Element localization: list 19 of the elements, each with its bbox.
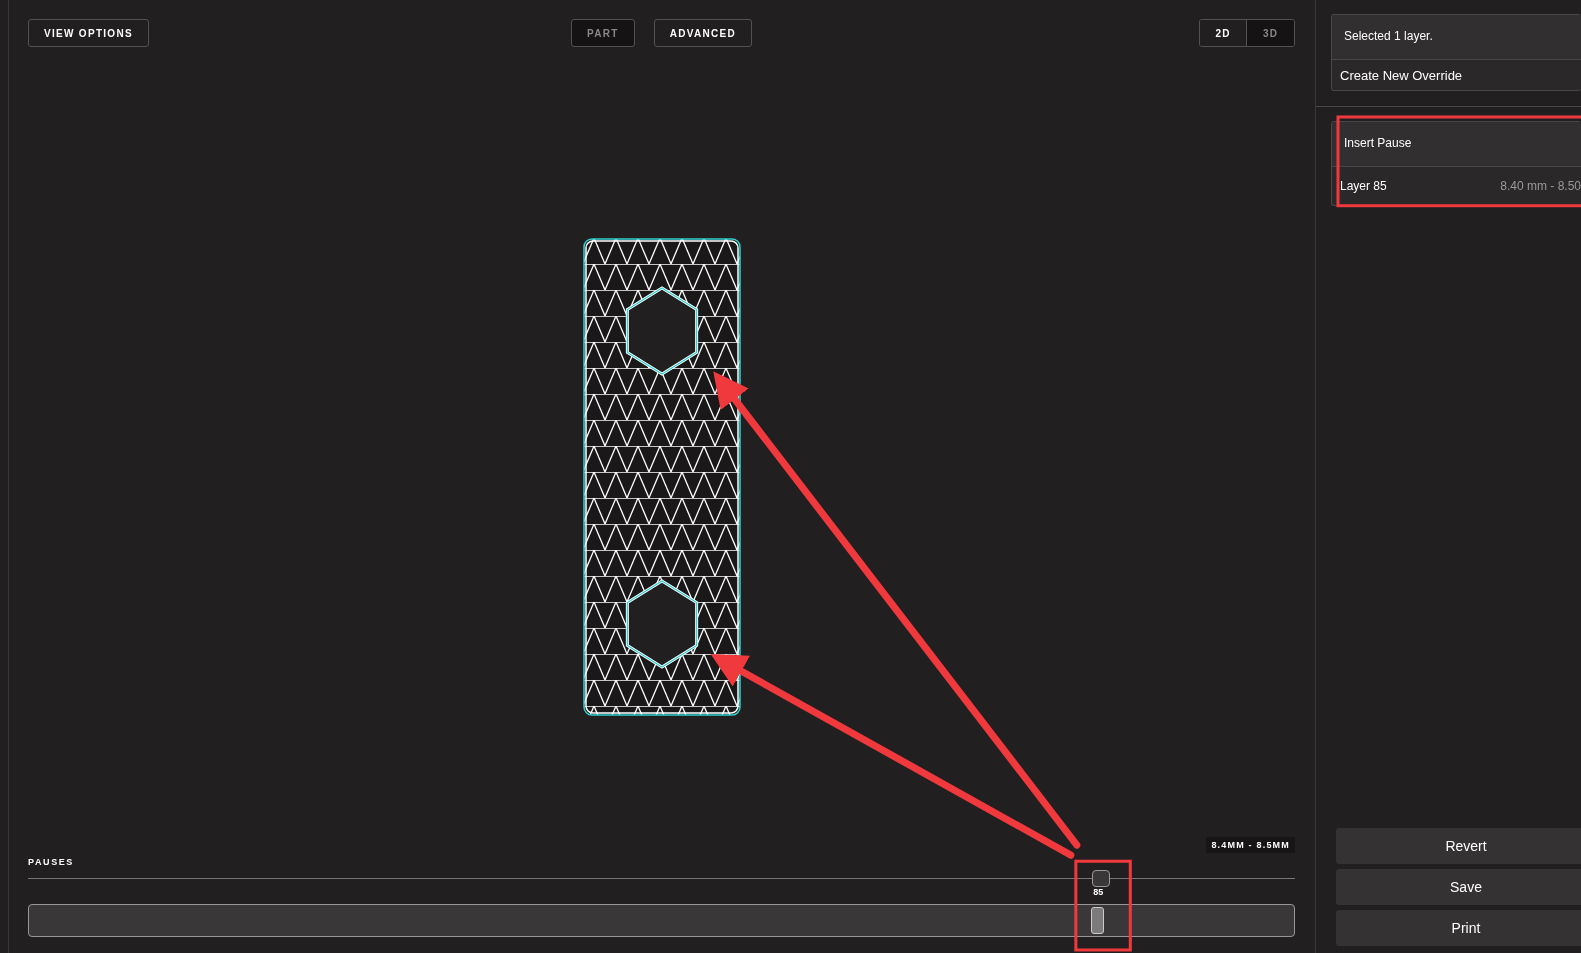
mode-button[interactable]: ADVANCED bbox=[653, 19, 752, 47]
pause-card-title: Insert Pause bbox=[1344, 136, 1412, 150]
create-override-item[interactable]: Create New Override bbox=[1332, 60, 1581, 90]
slider-thumb[interactable] bbox=[1090, 907, 1104, 934]
view-tab[interactable]: 3D bbox=[1247, 20, 1294, 46]
pause-height-range: 8.40 mm - 8.50 bbox=[1500, 179, 1581, 193]
action-button[interactable]: Print bbox=[1336, 910, 1581, 946]
pause-layer: Layer 85 bbox=[1340, 179, 1387, 193]
layer-slider[interactable] bbox=[28, 904, 1295, 937]
pause-marker[interactable] bbox=[1092, 870, 1111, 887]
pauses-title: PAUSES bbox=[28, 857, 75, 867]
pause-layer-number: 85 bbox=[1092, 887, 1105, 897]
action-button[interactable]: Save bbox=[1336, 869, 1581, 905]
action-button[interactable]: Revert bbox=[1336, 828, 1581, 864]
mode-button[interactable]: PART bbox=[571, 19, 635, 47]
layer-range-label: 8.4MM - 8.5MM bbox=[1206, 837, 1295, 853]
view-options-button[interactable]: VIEW OPTIONS bbox=[28, 19, 149, 47]
selection-text: Selected 1 layer. bbox=[1344, 29, 1433, 43]
view-tab[interactable]: 2D bbox=[1200, 20, 1247, 46]
